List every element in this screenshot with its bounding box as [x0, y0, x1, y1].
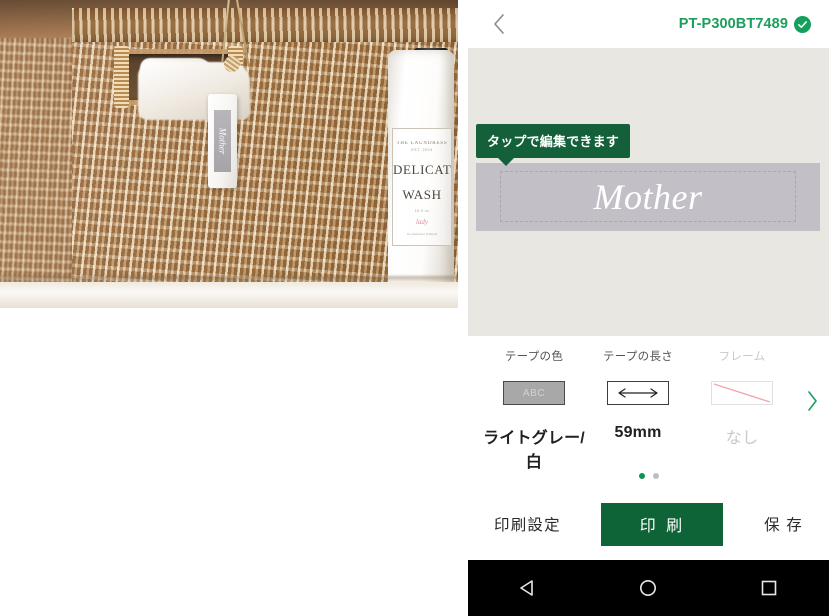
page-dot-1[interactable]: [638, 473, 645, 479]
action-bar: 印刷設定 印 刷 保 存: [468, 488, 829, 560]
tape-color-swatch-icon: ABC: [503, 381, 565, 405]
option-tape-color-value: ライトグレー/白: [483, 430, 585, 471]
option-frame-value: なし: [725, 430, 759, 447]
option-tape-length-thumb: [586, 372, 690, 414]
label-tape-preview[interactable]: Mother: [476, 163, 820, 231]
option-tape-color-title: テープの色: [504, 351, 564, 363]
option-tape-length-title: テープの長さ: [602, 351, 674, 363]
chevron-left-icon: [494, 14, 504, 34]
hanging-label-tag: Mother: [208, 94, 237, 188]
option-frame[interactable]: フレーム なし: [690, 348, 794, 448]
print-settings-button[interactable]: 印刷設定: [490, 507, 565, 541]
android-back-button[interactable]: [504, 564, 552, 612]
tape-length-arrow-icon: [607, 381, 669, 405]
carousel-next-button[interactable]: [799, 386, 825, 416]
bottle-brand-sub: EST. 2004: [411, 148, 433, 152]
frame-none-icon: [711, 381, 773, 405]
option-frame-thumb: [690, 372, 794, 414]
option-tape-length-value: 59mm: [614, 424, 662, 441]
edit-hint-tooltip[interactable]: タップで編集できます: [476, 124, 631, 166]
option-tape-color[interactable]: テープの色 ABC ライトグレー/白: [482, 348, 586, 472]
device-status[interactable]: PT-P300BT7489: [679, 0, 811, 48]
tag-knot: [224, 56, 240, 72]
android-recents-button[interactable]: [745, 564, 793, 612]
diagonal-slash-icon: [713, 383, 771, 403]
android-home-circle-icon: [640, 580, 657, 596]
bottle-product-line2: WASH: [402, 187, 442, 202]
label-preview-text: Mother: [593, 177, 703, 217]
options-row: テープの色 ABC ライトグレー/白 テープの長さ 59mm フレーム なし: [468, 336, 829, 472]
label-options-carousel: テープの色 ABC ライトグレー/白 テープの長さ 59mm フレーム なし: [468, 336, 829, 471]
back-button[interactable]: [484, 9, 514, 39]
double-arrow-icon: [618, 388, 658, 398]
label-preview-canvas[interactable]: タップで編集できます Mother: [468, 48, 829, 336]
tag-label-text: Mother: [217, 127, 228, 155]
product-photo: Mother THE LAUNDRESS EST. 2004 DELICATE …: [0, 0, 458, 308]
bottle-script-text: lady: [415, 218, 429, 226]
check-circle-icon: [794, 15, 811, 33]
option-tape-color-thumb: ABC: [482, 372, 586, 414]
bottle-product-line1: DELICATE: [393, 162, 452, 177]
bottle-size-note: 16 fl oz: [414, 209, 430, 213]
basket-binding-left: [114, 46, 129, 108]
app-header: PT-P300BT7489: [468, 0, 829, 48]
app-screenshot: Mother THE LAUNDRESS EST. 2004 DELICATE …: [0, 0, 829, 616]
bottle-label: THE LAUNDRESS EST. 2004 DELICATE WASH 16…: [392, 128, 452, 246]
android-back-triangle-icon: [520, 580, 533, 596]
device-name-label: PT-P300BT7489: [678, 16, 788, 32]
android-recents-square-icon: [761, 580, 777, 596]
basket-rim: [72, 8, 458, 42]
android-navigation-bar: [468, 560, 829, 616]
bottle-fine-print: for Cashmere & Wools: [406, 232, 438, 236]
chevron-right-icon: [807, 391, 817, 411]
print-button[interactable]: 印 刷: [601, 502, 724, 546]
option-frame-title: フレーム: [718, 351, 766, 363]
android-home-button[interactable]: [624, 564, 672, 612]
bottle-brand: THE LAUNDRESS: [396, 141, 448, 146]
check-mark-icon: [798, 20, 807, 28]
tag-printed-label: Mother: [214, 110, 231, 172]
save-button[interactable]: 保 存: [760, 507, 807, 541]
option-tape-length[interactable]: テープの長さ 59mm: [586, 348, 690, 442]
shelf-surface: [0, 282, 458, 308]
brother-ptouch-app: PT-P300BT7489 タップで編集できます Mother テープの色 AB…: [468, 0, 829, 616]
page-dot-2[interactable]: [652, 473, 659, 479]
